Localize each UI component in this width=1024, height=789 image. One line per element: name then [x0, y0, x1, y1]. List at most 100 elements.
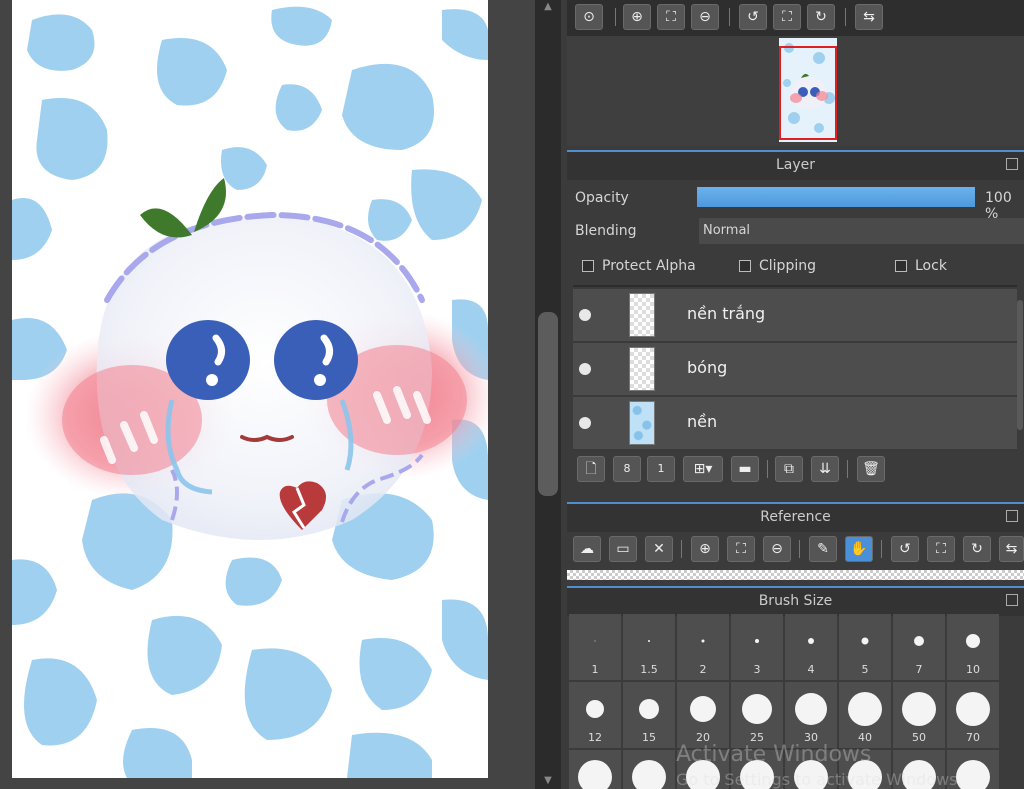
new-1bit-layer-icon[interactable]: 1 [647, 456, 675, 482]
blending-select-value: Normal [703, 223, 751, 238]
brush-size-cell[interactable]: 1.5 [623, 614, 675, 680]
artwork-illustration [12, 6, 488, 778]
layer-visibility-icon[interactable] [579, 417, 591, 429]
brush-size-label: 5 [861, 663, 869, 676]
brush-size-label: 4 [807, 663, 815, 676]
toolbar-separator [729, 8, 730, 26]
clipping-checkbox[interactable] [739, 260, 751, 272]
lock-checkbox[interactable] [895, 260, 907, 272]
fit-icon[interactable]: ⛶ [657, 4, 685, 30]
folder-icon[interactable]: ▬ [731, 456, 759, 482]
protect-alpha-label: Protect Alpha [602, 258, 696, 274]
zoom-out-icon[interactable]: ⊖ [691, 4, 719, 30]
brush-size-dot [861, 637, 869, 645]
rotate-left-icon[interactable]: ↺ [739, 4, 767, 30]
popout-icon[interactable] [1006, 510, 1018, 522]
flip-icon[interactable]: ⇆ [999, 536, 1024, 562]
fullscreen-icon[interactable]: ⛶ [773, 4, 801, 30]
layer-row[interactable]: bóng [573, 343, 1017, 397]
brush-size-cell[interactable]: 4 [785, 614, 837, 680]
navigator-viewport-frame[interactable] [779, 46, 837, 140]
layer-thumbnail [629, 293, 655, 337]
brush-size-label: 12 [588, 731, 602, 744]
merge-layer-icon[interactable]: ⇊ [811, 456, 839, 482]
zoom-out-icon[interactable]: ⊖ [763, 536, 791, 562]
brush-size-cell[interactable] [569, 750, 621, 789]
layer-list-scrollbar[interactable] [1017, 300, 1023, 430]
brush-size-dot [639, 699, 659, 719]
toolbar-separator [681, 540, 682, 558]
toolbar-separator [847, 460, 848, 478]
brush-size-cell[interactable]: 15 [623, 682, 675, 748]
layer-name: nền [687, 412, 718, 431]
layer-row[interactable]: nền [573, 397, 1017, 451]
brush-size-dot [808, 638, 814, 644]
canvas-vertical-scrollbar[interactable]: ▲ ▼ [535, 0, 561, 789]
brush-size-cell[interactable]: 7 [893, 614, 945, 680]
zoom-in-icon[interactable]: ⊕ [623, 4, 651, 30]
layer-panel-header: Layer [567, 150, 1024, 180]
brush-size-cell[interactable]: 25 [731, 682, 783, 748]
layer-visibility-icon[interactable] [579, 309, 591, 321]
protect-alpha-checkbox[interactable] [582, 260, 594, 272]
canvas-area[interactable] [0, 0, 535, 789]
layer-name: nền trắng [687, 304, 766, 323]
brush-size-dot [914, 636, 924, 646]
layer-row[interactable]: nền trắng [573, 289, 1017, 343]
flip-icon[interactable]: ⇆ [855, 4, 883, 30]
brush-size-cell[interactable]: 40 [839, 682, 891, 748]
brush-size-dot [648, 640, 650, 642]
hand-icon[interactable]: ✋ [845, 536, 873, 562]
reference-image-area[interactable] [567, 570, 1024, 580]
brush-size-cell[interactable]: 5 [839, 614, 891, 680]
zoom-reset-icon[interactable]: ⊙ [575, 4, 603, 30]
brush-size-cell[interactable]: 12 [569, 682, 621, 748]
layer-name: bóng [687, 358, 728, 377]
eyedropper-icon[interactable]: ✎ [809, 536, 837, 562]
popout-icon[interactable] [1006, 594, 1018, 606]
blending-select[interactable]: Normal [699, 218, 1024, 244]
layer-thumbnail [629, 347, 655, 391]
brush-size-cell[interactable] [623, 750, 675, 789]
blending-label: Blending [575, 223, 637, 239]
brush-size-cell[interactable]: 70 [947, 682, 999, 748]
scrollbar-thumb[interactable] [538, 312, 558, 496]
navigator-preview[interactable] [567, 36, 1024, 146]
rotate-right-icon[interactable]: ↻ [963, 536, 991, 562]
upload-cloud-icon[interactable]: ☁ [573, 536, 601, 562]
activate-windows-watermark-sub: Go to Settings to activate Windows. [676, 770, 963, 789]
brush-size-cell[interactable]: 50 [893, 682, 945, 748]
close-icon[interactable]: ✕ [645, 536, 673, 562]
brush-size-label: 15 [642, 731, 656, 744]
new-layer-icon[interactable]: 🗋 [577, 456, 605, 482]
delete-layer-icon[interactable]: 🗑 [857, 456, 885, 482]
artwork-canvas[interactable] [12, 0, 488, 778]
brush-size-cell[interactable]: 3 [731, 614, 783, 680]
brush-size-label: 2 [699, 663, 707, 676]
brush-size-cell[interactable]: 10 [947, 614, 999, 680]
brush-size-cell[interactable]: 20 [677, 682, 729, 748]
popout-icon[interactable] [1006, 158, 1018, 170]
reference-panel-header: Reference [567, 502, 1024, 532]
brush-size-cell[interactable]: 1 [569, 614, 621, 680]
brush-size-dot [632, 760, 666, 789]
brush-size-dot [578, 760, 612, 789]
brush-size-label: 7 [915, 663, 923, 676]
new-8bit-layer-icon[interactable]: 8 [613, 456, 641, 482]
scroll-up-arrow-icon[interactable]: ▲ [541, 2, 555, 12]
layer-visibility-icon[interactable] [579, 363, 591, 375]
rotate-left-icon[interactable]: ↺ [891, 536, 919, 562]
rotate-right-icon[interactable]: ↻ [807, 4, 835, 30]
zoom-in-icon[interactable]: ⊕ [691, 536, 719, 562]
fit-icon[interactable]: ⛶ [727, 536, 755, 562]
brush-size-dot [594, 640, 596, 642]
reference-toolbar: ☁ ▭ ✕ ⊕ ⛶ ⊖ ✎ ✋ ↺ ⛶ ↻ ⇆ [567, 532, 1024, 568]
brush-size-cell[interactable]: 2 [677, 614, 729, 680]
opacity-slider[interactable] [697, 187, 975, 207]
add-layer-dropdown-icon[interactable]: ⊞▾ [683, 456, 723, 482]
brush-size-cell[interactable]: 30 [785, 682, 837, 748]
scroll-down-arrow-icon[interactable]: ▼ [541, 776, 555, 786]
fullscreen-icon[interactable]: ⛶ [927, 536, 955, 562]
open-folder-icon[interactable]: ▭ [609, 536, 637, 562]
duplicate-layer-icon[interactable]: ⧉ [775, 456, 803, 482]
